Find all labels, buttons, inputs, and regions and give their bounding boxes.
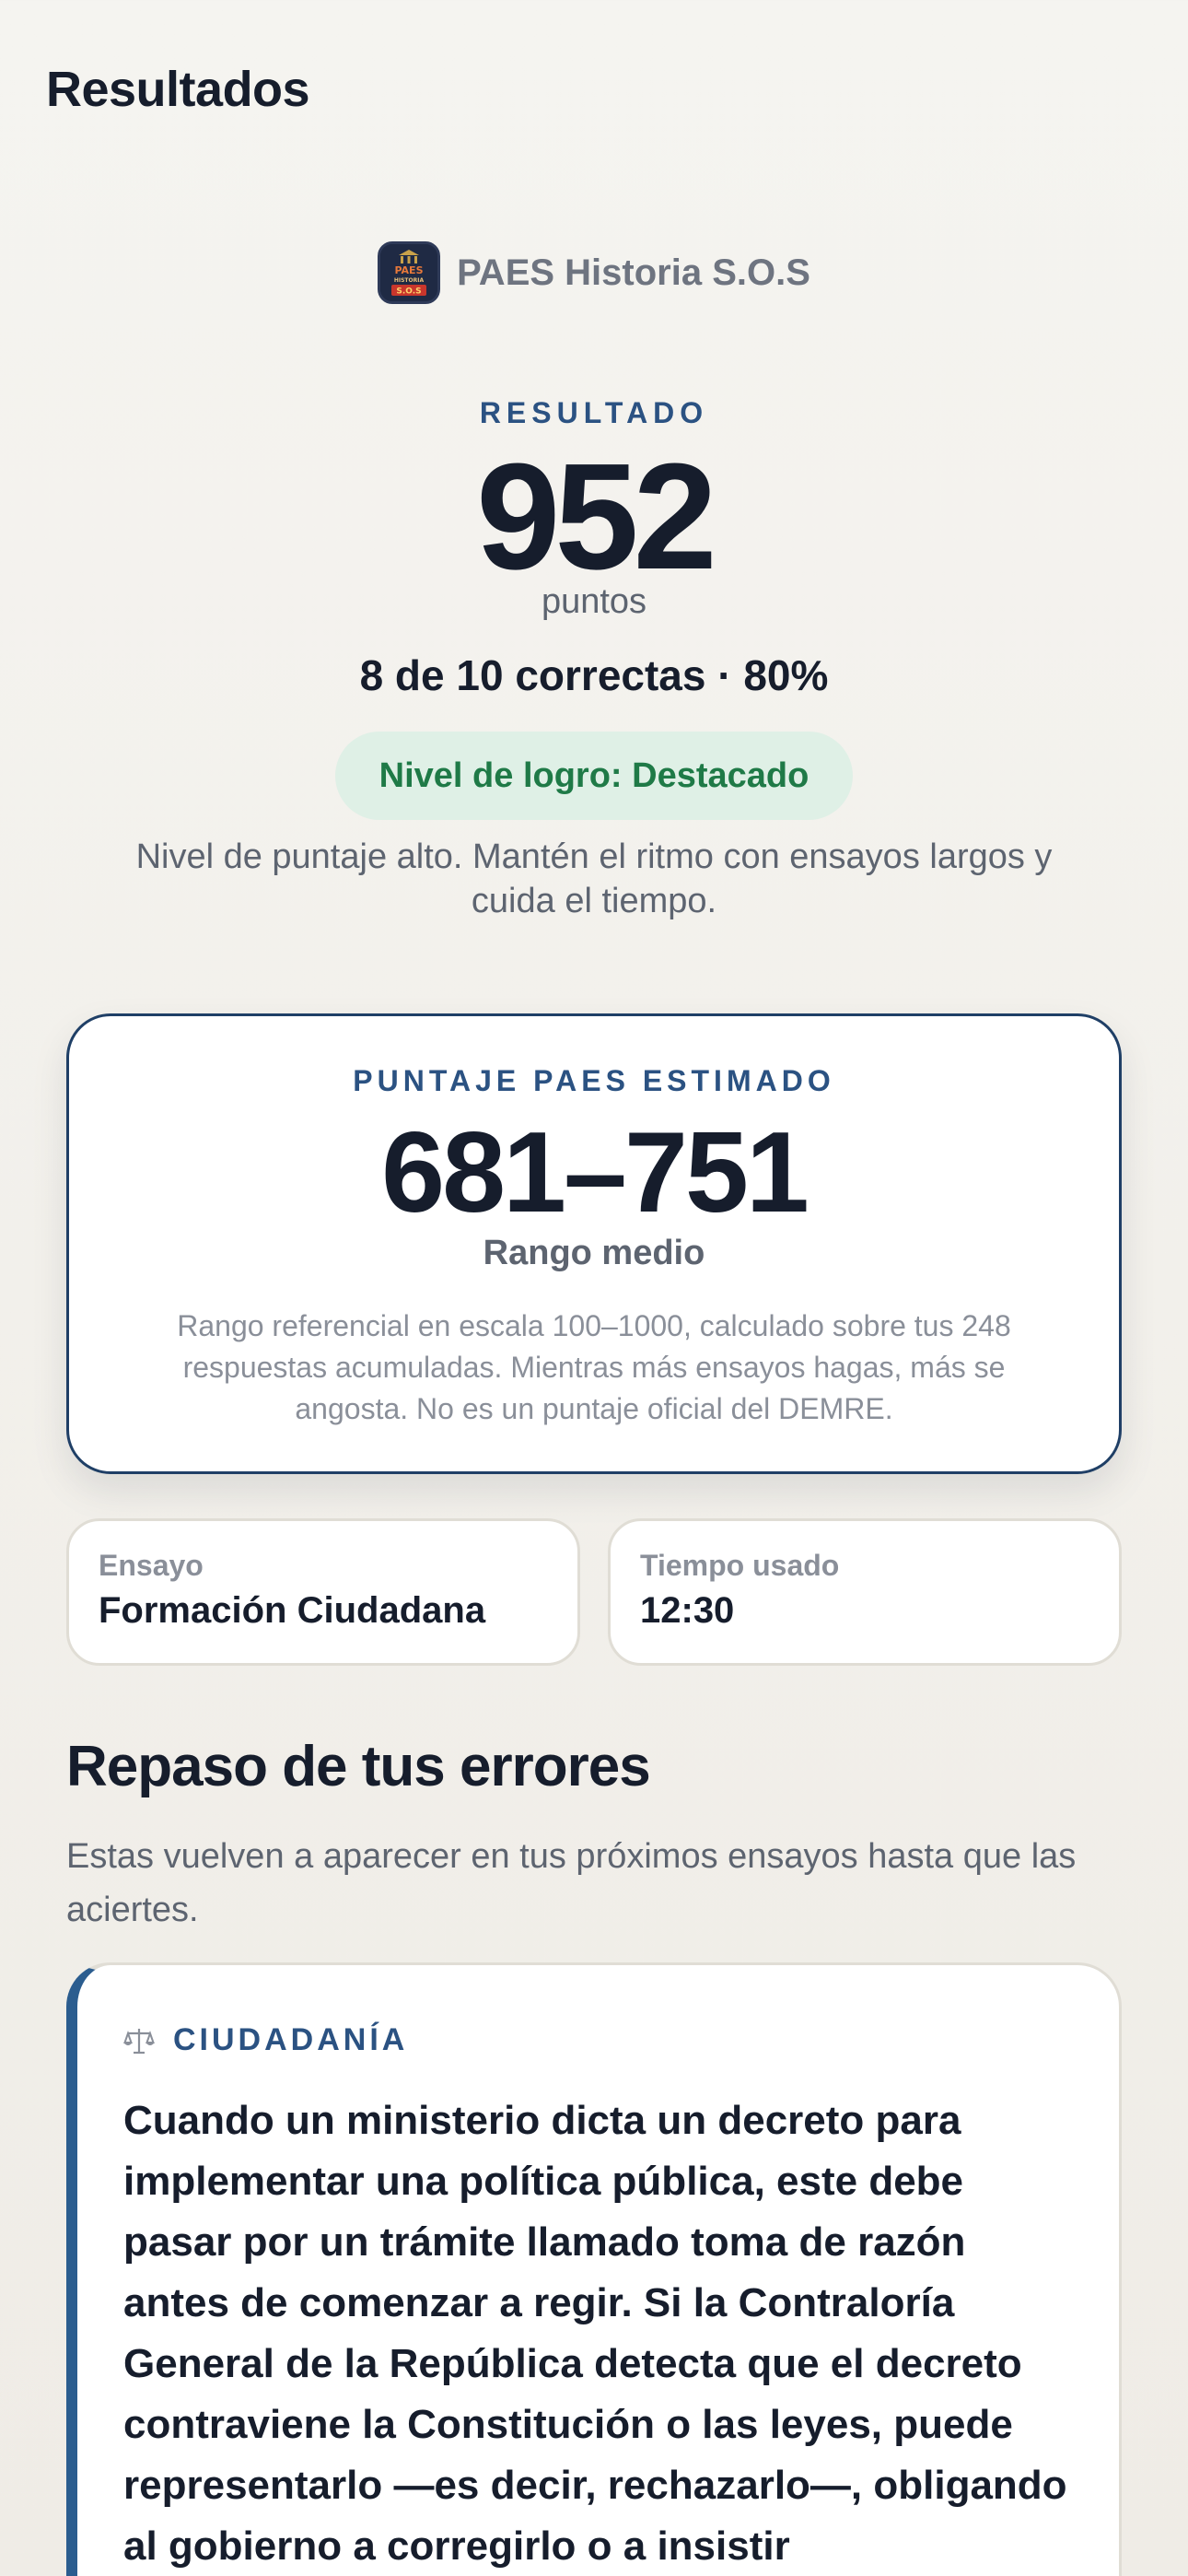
correct-summary: 8 de 10 correctas · 80% — [359, 651, 829, 699]
question-text: Cuando un ministerio dicta un decreto pa… — [123, 2098, 1067, 2569]
time-value: 12:30 — [640, 1590, 735, 1631]
score-unit: puntos — [541, 582, 647, 621]
estimate-card: PUNTAJE PAES ESTIMADO 681–751 Rango medi… — [66, 1013, 1122, 1474]
question-category-label: CIUDADANÍA — [173, 2022, 409, 2057]
errors-description: Estas vuelven a aparecer en tus próximos… — [66, 1837, 1077, 1929]
app-brand: PAES HISTORIA S.O.S PAES Historia S.O.S — [0, 241, 1188, 304]
score-value: 952 — [476, 432, 717, 601]
error-question-card[interactable]: CIUDADANÍA Cuando un ministerio dicta un… — [66, 1962, 1122, 2576]
time-card: Tiempo usado 12:30 — [608, 1518, 1122, 1666]
scales-icon — [123, 2028, 155, 2054]
essay-value: Formación Ciudadana — [99, 1590, 486, 1631]
level-description: Nivel de puntaje alto. Mantén el ritmo c… — [135, 837, 1053, 920]
svg-text:PAES: PAES — [395, 264, 424, 276]
app-name: PAES Historia S.O.S — [457, 252, 810, 293]
level-badge: Nivel de logro: Destacado — [334, 732, 854, 820]
result-label: RESULTADO — [479, 396, 709, 429]
essay-card: Ensayo Formación Ciudadana — [66, 1518, 580, 1666]
question-category: CIUDADANÍA — [123, 2022, 408, 2058]
estimate-range: 681–751 — [381, 1109, 809, 1236]
time-label: Tiempo usado — [640, 1549, 840, 1582]
estimate-range-label: Rango medio — [483, 1234, 705, 1272]
app-logo: PAES HISTORIA S.O.S — [378, 241, 441, 304]
estimate-note: Rango referencial en escala 100–1000, ca… — [177, 1309, 1011, 1425]
essay-label: Ensayo — [99, 1549, 204, 1582]
svg-text:HISTORIA: HISTORIA — [394, 277, 425, 284]
errors-title: Repaso de tus errores — [66, 1735, 651, 1798]
landmark-icon: PAES HISTORIA S.O.S — [380, 244, 438, 301]
svg-text:S.O.S: S.O.S — [396, 287, 421, 297]
estimate-label: PUNTAJE PAES ESTIMADO — [353, 1064, 835, 1097]
page-title: Resultados — [46, 62, 310, 117]
